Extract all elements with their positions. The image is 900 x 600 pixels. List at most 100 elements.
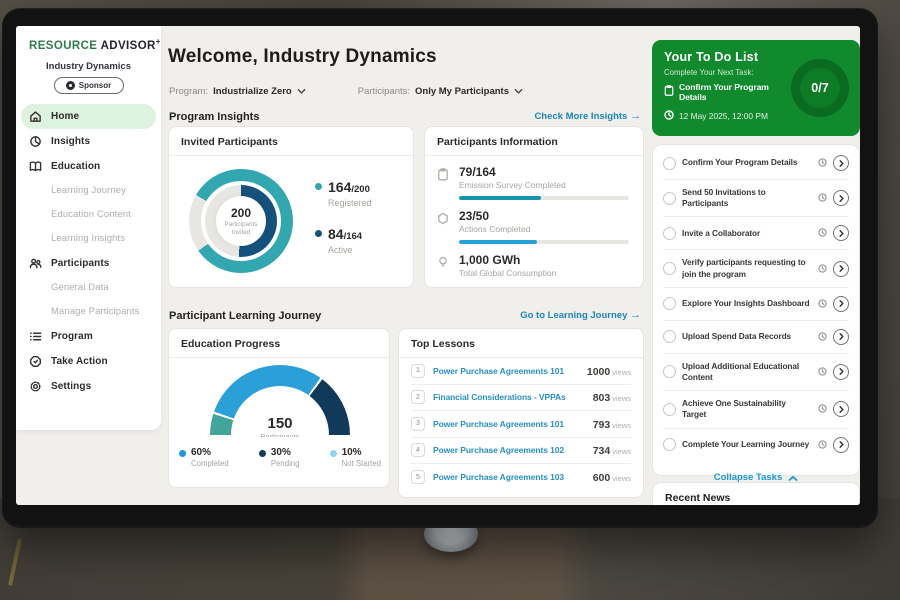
lesson-rank: 1	[411, 364, 425, 378]
task-checkbox[interactable]	[663, 157, 676, 170]
program-filter-dropdown[interactable]: Program: Industrialize Zero	[169, 82, 306, 100]
lesson-rank: 4	[411, 443, 425, 457]
recent-news-card: Recent News	[652, 482, 860, 505]
invited-count-label: Participants Invited	[216, 221, 266, 237]
sidebar-item-manage-participants[interactable]: Manage Participants	[16, 300, 161, 324]
registered-total: /200	[351, 184, 370, 195]
task-checkbox[interactable]	[663, 297, 676, 310]
actions-completed-value: 23/50	[459, 209, 629, 223]
task-checkbox[interactable]	[663, 227, 676, 240]
sidebar-item-label: Education Content	[51, 209, 131, 220]
org-name: Industry Dynamics	[16, 61, 161, 72]
donut-center: 200 Participants Invited	[216, 196, 266, 246]
task-row-9[interactable]: Complete Your Learning Journey	[663, 429, 849, 461]
lesson-row-2[interactable]: 2 Financial Considerations - VPPAs 803vi…	[411, 385, 631, 412]
education-progress-card: Education Progress 150 Participants 60% …	[168, 328, 390, 488]
task-row-5[interactable]: Explore Your Insights Dashboard	[663, 288, 849, 321]
task-go-button[interactable]	[833, 296, 849, 312]
sponsor-badge[interactable]: Sponsor	[54, 77, 124, 94]
task-go-button[interactable]	[833, 401, 849, 417]
recent-news-heading: Recent News	[653, 483, 859, 505]
registered-label: Registered	[328, 198, 372, 208]
sidebar-item-education[interactable]: Education	[16, 154, 161, 179]
not-started-dot	[330, 450, 337, 457]
lesson-link[interactable]: Power Purchase Agreements 101	[433, 419, 585, 429]
task-go-button[interactable]	[833, 190, 849, 206]
clock-icon	[818, 260, 827, 278]
task-row-2[interactable]: Send 50 Invitations to Participants	[663, 180, 849, 217]
sidebar-item-home[interactable]: Home	[21, 104, 156, 129]
page-title: Welcome, Industry Dynamics	[168, 46, 437, 68]
sidebar-item-general-data[interactable]: General Data	[16, 276, 161, 300]
check-more-insights-link[interactable]: Check More Insights →	[534, 110, 641, 122]
lesson-rank: 3	[411, 417, 425, 431]
active-value: 84	[328, 226, 344, 242]
actions-completed-progressbar	[459, 240, 629, 244]
lesson-link[interactable]: Power Purchase Agreements 102	[433, 445, 585, 455]
lesson-views: 803	[593, 392, 611, 404]
lesson-row-1[interactable]: 1 Power Purchase Agreements 101 1000view…	[411, 358, 631, 385]
program-insights-heading: Program Insights	[169, 111, 259, 123]
sidebar-item-participants[interactable]: Participants	[16, 251, 161, 276]
clock-icon	[818, 189, 827, 207]
task-go-button[interactable]	[833, 261, 849, 277]
lesson-row-3[interactable]: 3 Power Purchase Agreements 101 793views	[411, 411, 631, 438]
lesson-link[interactable]: Power Purchase Agreements 103	[433, 472, 585, 482]
emission-survey-progressbar	[459, 196, 629, 200]
task-checkbox[interactable]	[663, 192, 676, 205]
sidebar-item-settings[interactable]: Settings	[16, 374, 161, 399]
invited-count: 200	[231, 206, 251, 220]
task-row-6[interactable]: Upload Spend Data Records	[663, 321, 849, 354]
lesson-link[interactable]: Power Purchase Agreements 101	[433, 366, 579, 376]
task-row-7[interactable]: Upload Additional Educational Content	[663, 354, 849, 391]
task-checkbox[interactable]	[663, 438, 676, 451]
task-label: Upload Spend Data Records	[682, 331, 812, 342]
sidebar-item-label: General Data	[51, 282, 109, 293]
stat-actions-completed: 23/50 Actions Completed	[425, 200, 643, 244]
task-go-button[interactable]	[833, 225, 849, 241]
sidebar-item-take-action[interactable]: Take Action	[16, 349, 161, 374]
task-row-8[interactable]: Achieve One Sustainability Target	[663, 391, 849, 428]
pending-dot	[259, 450, 266, 457]
emission-survey-value: 79/164	[459, 165, 629, 179]
arrow-right-icon: →	[630, 110, 641, 122]
task-checkbox[interactable]	[663, 403, 676, 416]
task-go-button[interactable]	[833, 155, 849, 171]
legend-not-started: 10% Not Started	[330, 447, 381, 468]
gauge-legend: 60% Completed 30% Pending 10% Not Star	[179, 447, 381, 468]
emission-survey-label: Emission Survey Completed	[459, 180, 629, 190]
top-lessons-card: Top Lessons 1 Power Purchase Agreements …	[398, 328, 644, 498]
lesson-row-4[interactable]: 4 Power Purchase Agreements 102 734views	[411, 438, 631, 465]
task-row-1[interactable]: Confirm Your Program Details	[663, 147, 849, 180]
survey-icon	[437, 165, 450, 200]
task-row-3[interactable]: Invite a Collaborator	[663, 217, 849, 250]
task-go-button[interactable]	[833, 364, 849, 380]
sidebar-item-learning-insights[interactable]: Learning Insights	[16, 227, 161, 251]
task-checkbox[interactable]	[663, 330, 676, 343]
sidebar-item-program[interactable]: Program	[16, 324, 161, 349]
task-go-button[interactable]	[833, 329, 849, 345]
participants-info-card: Participants Information 79/164 Emission…	[424, 126, 644, 288]
legend-active: 84/164 Active	[315, 226, 372, 255]
sidebar-item-education-content[interactable]: Education Content	[16, 203, 161, 227]
todo-next-task: Confirm Your Program Details	[664, 82, 792, 102]
todo-summary-card: Your To Do List Complete Your Next Task:…	[652, 40, 860, 136]
sidebar-item-learning-journey[interactable]: Learning Journey	[16, 179, 161, 203]
gauge-value: 150	[210, 415, 350, 432]
lesson-link[interactable]: Financial Considerations - VPPAs	[433, 392, 585, 402]
lesson-row-5[interactable]: 5 Power Purchase Agreements 103 600views	[411, 464, 631, 491]
completed-value: 60%	[191, 447, 229, 458]
sidebar-item-insights[interactable]: Insights	[16, 129, 161, 154]
participants-filter-dropdown[interactable]: Participants: Only My Participants	[358, 82, 523, 100]
education-icon	[29, 159, 43, 173]
task-go-button[interactable]	[833, 437, 849, 453]
task-checkbox[interactable]	[663, 262, 676, 275]
task-row-4[interactable]: Verify participants requesting to join t…	[663, 250, 849, 287]
pending-label: Pending	[271, 459, 300, 468]
views-suffix: views	[612, 421, 631, 430]
lesson-views: 793	[593, 419, 611, 431]
task-checkbox[interactable]	[663, 365, 676, 378]
participants-info-title: Participants Information	[425, 127, 643, 156]
go-to-learning-journey-link[interactable]: Go to Learning Journey →	[520, 309, 641, 321]
task-label: Explore Your Insights Dashboard	[682, 298, 812, 309]
